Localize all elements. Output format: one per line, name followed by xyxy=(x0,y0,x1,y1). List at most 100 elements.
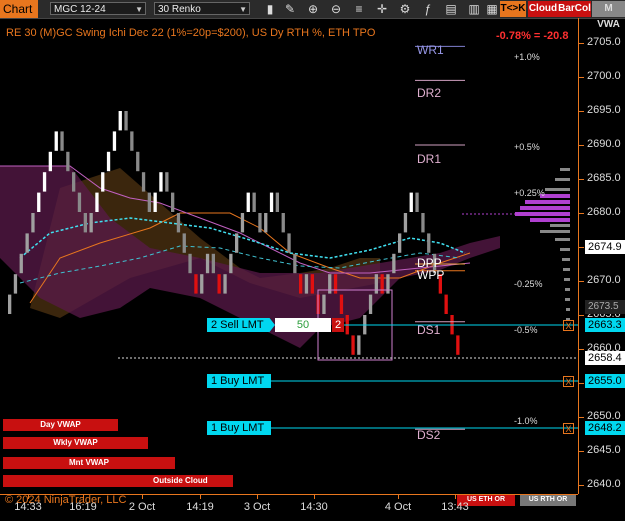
sell-order-close-icon[interactable]: X xyxy=(563,320,574,331)
level-dr2: DR2 xyxy=(417,86,442,100)
time-axis[interactable]: 14:33 16:19 2 Oct 14:19 3 Oct 14:30 4 Oct 13:43 xyxy=(0,494,578,521)
renko-brick-down xyxy=(77,192,82,212)
price-tick xyxy=(579,315,584,316)
price-tick xyxy=(579,43,584,44)
tk-toggle-button[interactable]: T<>K xyxy=(500,1,526,17)
renko-brick-down xyxy=(427,233,431,253)
properties-icon[interactable]: ≡ xyxy=(351,1,367,17)
period-selector[interactable]: 30 Renko ▼ xyxy=(154,2,250,15)
pct-label-minus-05: -0.5% xyxy=(514,325,538,335)
sell-limit-order[interactable]: 2 Sell LMT xyxy=(207,318,275,332)
instrument-selector[interactable]: MGC 12-24 ▼ xyxy=(50,2,146,15)
price-tick-label: 2695.0 xyxy=(587,104,621,116)
price-tick-label: 2700.0 xyxy=(587,70,621,82)
crosshair-icon[interactable]: ✛ xyxy=(374,1,390,17)
time-tick-label: 16:19 xyxy=(69,501,97,513)
renko-brick-up xyxy=(95,192,99,212)
monthly-vwap-button[interactable]: Mnt VWAP xyxy=(3,457,175,469)
template-icon[interactable]: ▤ xyxy=(443,1,459,17)
level-ds1: DS1 xyxy=(417,323,441,337)
pct-label-plus-025: +0.25% xyxy=(514,188,545,198)
renko-brick-up xyxy=(54,131,58,151)
zoom-out-icon[interactable]: ⊖ xyxy=(328,1,344,17)
renko-brick-up xyxy=(48,151,52,172)
day-vwap-button[interactable]: Day VWAP xyxy=(3,419,118,431)
renko-brick-down xyxy=(66,151,70,172)
pct-label-plus-05: +0.5% xyxy=(514,142,540,152)
chart-trader-icon[interactable]: ▦ xyxy=(484,1,500,17)
indicator-icon[interactable]: ƒ xyxy=(420,1,436,17)
renko-brick-down xyxy=(287,233,291,253)
cloud-toggle-button[interactable]: Cloud xyxy=(528,1,558,17)
renko-brick-up xyxy=(200,274,204,294)
renko-brick-up xyxy=(31,213,35,233)
price-tick xyxy=(579,349,584,350)
outside-cloud-button[interactable]: Outside Cloud xyxy=(3,475,233,487)
renko-brick-down xyxy=(258,213,262,233)
mvwap-toggle-button[interactable]: M VWA xyxy=(592,1,625,30)
draw-tool-icon[interactable]: ✎ xyxy=(282,1,298,17)
pct-label-minus-1: -1.0% xyxy=(514,416,538,426)
renko-brick-down xyxy=(182,233,186,253)
price-tick xyxy=(579,247,584,248)
price-chart-panel[interactable]: RE 30 (M)GC Swing Ichi Dec 22 (1%=20p=$2… xyxy=(0,18,578,506)
pct-label-plus-1: +1.0% xyxy=(514,52,540,62)
time-tick xyxy=(28,495,29,499)
price-partial-label: 2673.5 xyxy=(585,300,625,314)
data-box-icon[interactable]: ▥ xyxy=(466,1,482,17)
renko-brick-down xyxy=(72,172,76,192)
renko-brick-up xyxy=(89,213,93,233)
renko-brick-down xyxy=(130,131,134,151)
level-wpp: WPP xyxy=(417,268,445,282)
renko-brick-up xyxy=(223,274,227,294)
renko-brick-down xyxy=(147,192,151,212)
barcol-toggle-button[interactable]: BarCol xyxy=(558,1,591,17)
renko-brick-down xyxy=(252,192,256,212)
time-tick-label: 4 Oct xyxy=(384,501,412,513)
time-tick xyxy=(83,495,84,499)
strategy-icon[interactable]: ⚙ xyxy=(397,1,413,17)
renko-brick-up xyxy=(304,274,309,294)
price-box-buy1: 2655.0 xyxy=(585,374,625,388)
renko-brick-down xyxy=(217,274,221,294)
price-tick-label: 2640.0 xyxy=(587,478,621,490)
buy-limit-order-1[interactable]: 1 Buy LMT xyxy=(207,374,271,388)
time-tick xyxy=(314,495,315,499)
renko-brick-up xyxy=(106,151,111,172)
level-wr1: WR1 xyxy=(417,43,444,57)
sell-order-count[interactable]: 2 xyxy=(332,318,344,332)
sell-order-qty[interactable]: 50 xyxy=(275,318,331,332)
renko-brick-down xyxy=(194,274,198,294)
buy2-order-close-icon[interactable]: X xyxy=(563,423,574,434)
time-tick-label: 14:33 xyxy=(14,501,42,513)
price-box-sell: 2663.3 xyxy=(585,318,625,332)
renko-brick-down xyxy=(83,213,87,233)
time-tick-label: 2 Oct xyxy=(128,501,156,513)
percent-change: -0.78% = -20.8 xyxy=(496,30,569,42)
price-axis[interactable]: 2705.02700.02695.02690.02685.02680.02675… xyxy=(578,18,625,494)
renko-brick-up xyxy=(235,233,239,253)
renko-brick-down xyxy=(176,213,181,233)
renko-brick-up xyxy=(101,172,105,192)
weekly-vwap-button[interactable]: Wkly VWAP xyxy=(3,437,148,449)
renko-brick-up xyxy=(42,172,47,192)
renko-brick-up xyxy=(229,253,233,274)
level-ds2: DS2 xyxy=(417,428,441,442)
price-tick xyxy=(579,179,584,180)
price-tick xyxy=(579,383,584,384)
renko-brick-down xyxy=(310,274,314,294)
buy-limit-order-2[interactable]: 1 Buy LMT xyxy=(207,421,271,435)
renko-brick-down xyxy=(211,253,215,274)
renko-brick-down xyxy=(421,213,425,233)
renko-brick-up xyxy=(386,274,390,294)
price-tick xyxy=(579,111,584,112)
renko-brick-up xyxy=(112,131,117,151)
buy1-order-close-icon[interactable]: X xyxy=(563,376,574,387)
bar-chart-icon[interactable]: ▮ xyxy=(262,1,278,17)
chart-tab-label[interactable]: Chart xyxy=(0,0,38,18)
zoom-in-icon[interactable]: ⊕ xyxy=(305,1,321,17)
renko-brick-up xyxy=(19,253,23,274)
price-tick xyxy=(579,281,584,282)
renko-brick-up xyxy=(357,335,361,355)
time-tick xyxy=(455,495,456,499)
